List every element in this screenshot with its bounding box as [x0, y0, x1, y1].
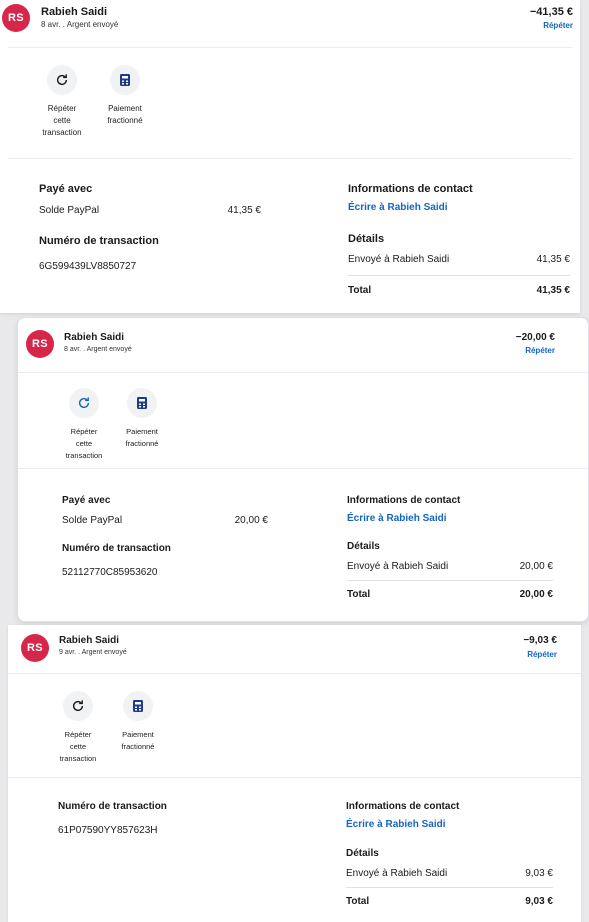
divider: [8, 158, 572, 159]
details-label: Détails: [347, 541, 380, 552]
paid-with-label: Payé avec: [62, 495, 111, 506]
repeat-transaction-button[interactable]: Répéter cette transaction: [54, 388, 114, 462]
transaction-number-label: Numéro de transaction: [62, 543, 171, 554]
details-amount: 9,03 €: [525, 868, 553, 879]
transaction-amount: −20,00 €: [515, 332, 555, 343]
transaction-card-3: RS Rabieh Saidi 9 avr. . Argent envoyé −…: [8, 625, 581, 922]
paid-with-amount: 41,35 €: [227, 205, 261, 216]
recipient-name: Rabieh Saidi: [59, 635, 120, 646]
details-amount: 20,00 €: [519, 561, 553, 572]
divider: [18, 372, 588, 373]
write-to-contact-link[interactable]: Écrire à Rabieh Saidi: [348, 202, 448, 213]
paid-with-amount: 20,00 €: [234, 515, 268, 526]
details-sent-to: Envoyé à Rabieh Saidi: [348, 254, 450, 265]
split-payment-label: Paiement fractionné: [121, 730, 155, 751]
repeat-link[interactable]: Répéter: [435, 346, 555, 355]
recipient-name: Rabieh Saidi: [64, 332, 125, 343]
split-payment-label: Paiement fractionné: [107, 104, 143, 125]
divider: [18, 468, 588, 469]
refresh-icon: [69, 388, 99, 418]
repeat-transaction-button[interactable]: Répéter cette transaction: [48, 691, 108, 765]
avatar: RS: [21, 634, 49, 662]
contact-info-label: Informations de contact: [348, 183, 473, 195]
transaction-number-label: Numéro de transaction: [58, 801, 167, 812]
transaction-amount: −41,35 €: [529, 6, 573, 18]
total-label: Total: [346, 896, 370, 907]
transaction-number: 6G599439LV8850727: [39, 261, 137, 272]
transaction-number-label: Numéro de transaction: [39, 235, 159, 247]
split-payment-button[interactable]: Paiement fractionné: [108, 691, 168, 753]
divider: [8, 673, 581, 674]
details-label: Détails: [346, 848, 379, 859]
total-label: Total: [348, 285, 372, 296]
details-divider: [346, 887, 553, 888]
divider: [8, 777, 581, 778]
repeat-transaction-label: Répéter cette transaction: [59, 730, 97, 763]
total-amount: 9,03 €: [525, 896, 553, 907]
repeat-transaction-button[interactable]: Répéter cette transaction: [32, 65, 92, 139]
transaction-subtitle: 9 avr. . Argent envoyé: [59, 649, 127, 656]
total-label: Total: [347, 589, 371, 600]
transaction-subtitle: 8 avr. . Argent envoyé: [41, 20, 119, 29]
transaction-number: 61P07590YY857623H: [58, 825, 158, 836]
transaction-number: 52112770C85953620: [62, 567, 158, 578]
paid-with-source: Solde PayPal: [62, 515, 123, 526]
repeat-link[interactable]: Répéter: [437, 650, 557, 659]
write-to-contact-link[interactable]: Écrire à Rabieh Saidi: [346, 819, 446, 830]
contact-info-label: Informations de contact: [347, 495, 461, 506]
repeat-transaction-label: Répéter cette transaction: [65, 427, 103, 460]
split-payment-button[interactable]: Paiement fractionné: [95, 65, 155, 127]
transaction-subtitle: 8 avr. . Argent envoyé: [64, 346, 132, 353]
details-sent-to: Envoyé à Rabieh Saidi: [347, 561, 449, 572]
avatar: RS: [2, 4, 30, 32]
split-payment-label: Paiement fractionné: [125, 427, 159, 448]
transaction-amount: −9,03 €: [523, 635, 557, 646]
total-amount: 41,35 €: [536, 285, 570, 296]
details-label: Détails: [348, 233, 385, 245]
refresh-icon: [47, 65, 77, 95]
calculator-icon: [127, 388, 157, 418]
total-amount: 20,00 €: [519, 589, 553, 600]
paid-with-label: Payé avec: [39, 183, 93, 195]
calculator-icon: [123, 691, 153, 721]
split-payment-button[interactable]: Paiement fractionné: [112, 388, 172, 450]
avatar: RS: [26, 330, 54, 358]
repeat-transaction-label: Répéter cette transaction: [42, 104, 82, 137]
refresh-icon: [63, 691, 93, 721]
write-to-contact-link[interactable]: Écrire à Rabieh Saidi: [347, 513, 447, 524]
details-divider: [348, 275, 570, 276]
transaction-card-1: RS Rabieh Saidi 8 avr. . Argent envoyé −…: [0, 0, 580, 313]
transaction-card-2: RS Rabieh Saidi 8 avr. . Argent envoyé −…: [17, 317, 589, 622]
details-amount: 41,35 €: [536, 254, 570, 265]
divider: [8, 47, 572, 48]
contact-info-label: Informations de contact: [346, 801, 460, 812]
recipient-name: Rabieh Saidi: [41, 6, 108, 18]
calculator-icon: [110, 65, 140, 95]
details-sent-to: Envoyé à Rabieh Saidi: [346, 868, 448, 879]
paid-with-source: Solde PayPal: [39, 205, 100, 216]
details-divider: [347, 580, 553, 581]
repeat-link[interactable]: Répéter: [453, 21, 573, 30]
